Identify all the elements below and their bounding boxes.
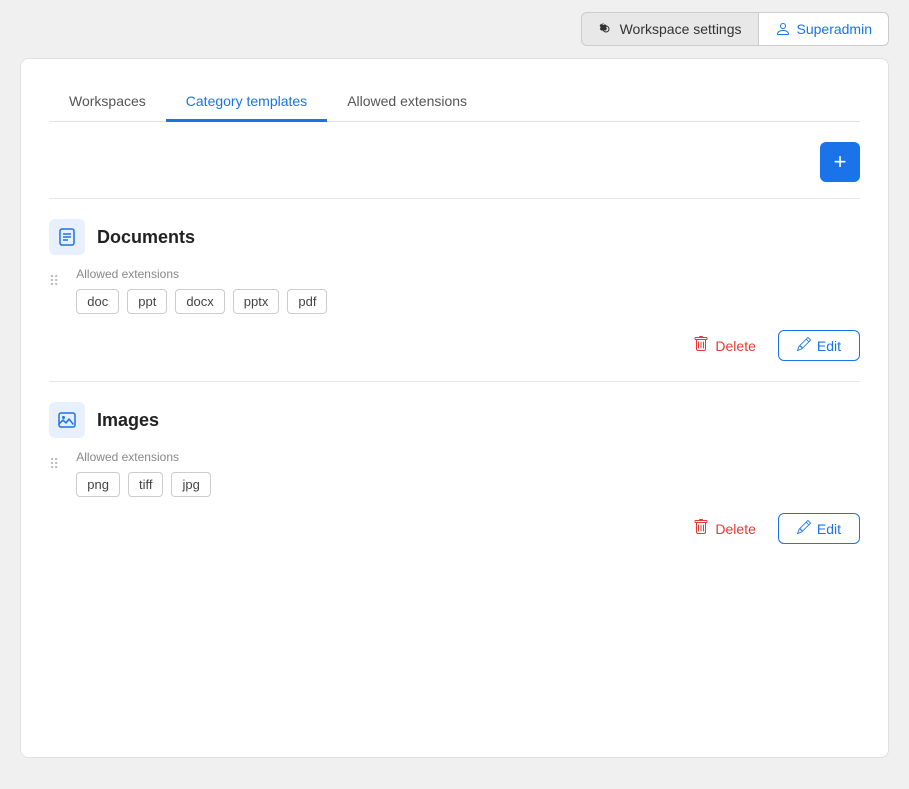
ext-docx: docx — [175, 289, 224, 314]
category-item-images: Images ⠿ Allowed extensions png tiff jpg — [49, 381, 860, 564]
ext-pptx: pptx — [233, 289, 280, 314]
ext-ppt: ppt — [127, 289, 167, 314]
tab-bar: Workspaces Category templates Allowed ex… — [49, 83, 860, 122]
category-actions-documents: Delete Edit — [49, 330, 860, 361]
trash-icon-documents — [693, 336, 709, 355]
category-header-documents: Documents — [49, 219, 860, 255]
tab-allowed-extensions[interactable]: Allowed extensions — [327, 83, 487, 122]
add-button-row: + — [49, 142, 860, 182]
category-item-documents: Documents ⠿ Allowed extensions doc ppt d… — [49, 198, 860, 381]
superadmin-button[interactable]: Superadmin — [758, 12, 890, 46]
pencil-icon-images — [797, 520, 811, 537]
category-header-images: Images — [49, 402, 860, 438]
delete-images-button[interactable]: Delete — [683, 513, 765, 544]
delete-documents-button[interactable]: Delete — [683, 330, 765, 361]
superadmin-label: Superadmin — [797, 21, 873, 37]
main-card: Workspaces Category templates Allowed ex… — [20, 58, 889, 758]
drag-handle-images[interactable]: ⠿ — [49, 450, 60, 473]
extensions-content-images: Allowed extensions png tiff jpg — [76, 450, 860, 497]
category-actions-images: Delete Edit — [49, 513, 860, 544]
ext-doc: doc — [76, 289, 119, 314]
pencil-icon-documents — [797, 337, 811, 354]
top-bar: Workspace settings Superadmin — [0, 0, 909, 58]
ext-png: png — [76, 472, 120, 497]
add-category-button[interactable]: + — [820, 142, 860, 182]
tab-category-templates[interactable]: Category templates — [166, 83, 327, 122]
workspace-settings-button[interactable]: Workspace settings — [581, 12, 758, 46]
tab-workspaces[interactable]: Workspaces — [49, 83, 166, 122]
edit-documents-label: Edit — [817, 338, 841, 354]
edit-images-label: Edit — [817, 521, 841, 537]
ext-pdf: pdf — [287, 289, 327, 314]
category-name-images: Images — [97, 410, 159, 431]
edit-images-button[interactable]: Edit — [778, 513, 860, 544]
extensions-label-images: Allowed extensions — [76, 450, 860, 464]
person-icon — [775, 21, 791, 37]
trash-icon-images — [693, 519, 709, 538]
ext-jpg: jpg — [171, 472, 210, 497]
delete-images-label: Delete — [715, 521, 755, 537]
extensions-content-documents: Allowed extensions doc ppt docx pptx pdf — [76, 267, 860, 314]
image-icon — [49, 402, 85, 438]
extensions-list-documents: doc ppt docx pptx pdf — [76, 289, 860, 314]
delete-documents-label: Delete — [715, 338, 755, 354]
extensions-label-documents: Allowed extensions — [76, 267, 860, 281]
gear-icon — [598, 21, 614, 37]
ext-tiff: tiff — [128, 472, 164, 497]
workspace-settings-label: Workspace settings — [620, 21, 742, 37]
extensions-list-images: png tiff jpg — [76, 472, 860, 497]
categories-list: Documents ⠿ Allowed extensions doc ppt d… — [49, 198, 860, 564]
edit-documents-button[interactable]: Edit — [778, 330, 860, 361]
drag-handle-documents[interactable]: ⠿ — [49, 267, 60, 290]
document-icon — [49, 219, 85, 255]
extensions-section-documents: ⠿ Allowed extensions doc ppt docx pptx p… — [49, 267, 860, 314]
extensions-section-images: ⠿ Allowed extensions png tiff jpg — [49, 450, 860, 497]
category-name-documents: Documents — [97, 227, 195, 248]
